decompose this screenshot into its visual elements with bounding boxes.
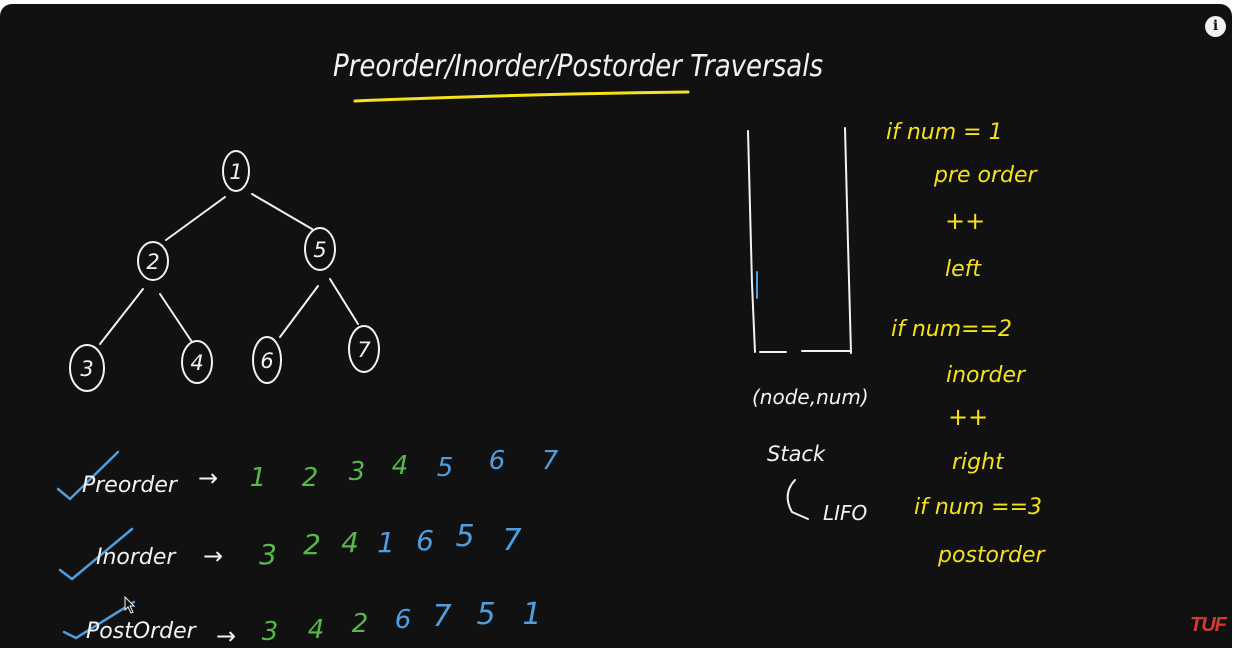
stack-label: Stack <box>767 442 826 466</box>
board-drawing: Preorder/Inorder/Postorder Traversals 1 … <box>56 49 1047 648</box>
traversal-value: 3 <box>349 457 366 487</box>
traversal-arrow: → <box>203 542 223 570</box>
title-underline <box>353 90 690 103</box>
cursor-icon <box>124 595 136 614</box>
rule-line: if num = 1 <box>886 120 1003 145</box>
rules-list: if num = 1 pre order ++ left if num==2 i… <box>886 120 1047 568</box>
traversal-value: 1 <box>522 597 541 632</box>
page-title: Preorder/Inorder/Postorder Traversals <box>333 49 823 84</box>
rule-line: ++ <box>945 207 985 235</box>
tree-node-7: 7 <box>348 325 380 373</box>
traversal-value: 2 <box>303 528 321 561</box>
traversal-value: 4 <box>392 451 409 481</box>
rule-line: inorder <box>946 363 1027 388</box>
tree-node-1-label: 1 <box>229 160 242 184</box>
traversal-value: 3 <box>262 617 279 647</box>
tree-node-5: 5 <box>304 227 336 271</box>
tree-node-2-label: 2 <box>146 250 159 274</box>
tree-node-3: 3 <box>69 344 105 392</box>
traversal-value: 4 <box>341 526 359 559</box>
tree-node-7-label: 7 <box>357 338 371 362</box>
traversal-inorder: Inorder → 3 2 4 1 6 5 7 <box>58 519 522 581</box>
traversal-postorder: PostOrder → 3 4 2 6 7 5 1 <box>62 597 542 648</box>
traversal-value: 7 <box>542 446 559 476</box>
traversal-value: 7 <box>432 599 451 634</box>
traversal-label: Preorder <box>82 473 179 498</box>
traversal-value: 6 <box>395 605 412 635</box>
traversal-value: 1 <box>250 463 267 493</box>
stack-item-label: (node,num) <box>752 385 869 409</box>
rule-line: if num==2 <box>891 317 1012 342</box>
traversal-value: 4 <box>308 615 325 645</box>
rule-line: ++ <box>948 403 988 431</box>
traversal-arrow: → <box>198 464 218 492</box>
tree-node-2: 2 <box>137 241 169 281</box>
lifo-arrow <box>786 479 809 520</box>
chalkboard: Preorder/Inorder/Postorder Traversals 1 … <box>0 4 1232 648</box>
rule-line: pre order <box>933 163 1039 188</box>
rule-line: if num ==3 <box>914 495 1042 520</box>
traversal-value: 7 <box>502 523 521 558</box>
traversal-value: 3 <box>259 538 277 571</box>
tree-node-3-label: 3 <box>80 357 93 381</box>
tree-node-1: 1 <box>222 150 250 192</box>
traversal-value: 1 <box>377 526 395 559</box>
traversal-preorder: Preorder → 1 2 3 4 5 6 7 <box>56 446 559 501</box>
tree-node-6-label: 6 <box>260 349 273 373</box>
video-frame: Preorder/Inorder/Postorder Traversals 1 … <box>0 0 1245 648</box>
stack-drawing <box>747 127 852 354</box>
traversal-value: 2 <box>352 609 369 639</box>
channel-logo: TUF <box>1190 614 1227 636</box>
lifo-note: LIFO <box>823 501 867 525</box>
traversal-value: 6 <box>489 446 506 476</box>
traversal-value: 6 <box>416 524 434 557</box>
traversal-label: Inorder <box>96 545 177 570</box>
traversal-value: 5 <box>476 597 495 632</box>
traversal-value: 5 <box>455 519 474 554</box>
rule-line: left <box>945 257 982 282</box>
rule-line: right <box>952 450 1005 475</box>
rule-line: postorder <box>937 543 1047 568</box>
traversal-label: PostOrder <box>86 619 198 644</box>
traversal-arrow: → <box>216 622 236 648</box>
tree-node-4: 4 <box>181 340 213 384</box>
tree-node-4-label: 4 <box>190 351 203 375</box>
tree-node-5-label: 5 <box>313 238 326 262</box>
traversal-value: 2 <box>302 463 319 493</box>
traversal-value: 5 <box>437 453 454 483</box>
tree-node-6: 6 <box>252 336 282 384</box>
info-icon[interactable]: i <box>1205 16 1226 37</box>
